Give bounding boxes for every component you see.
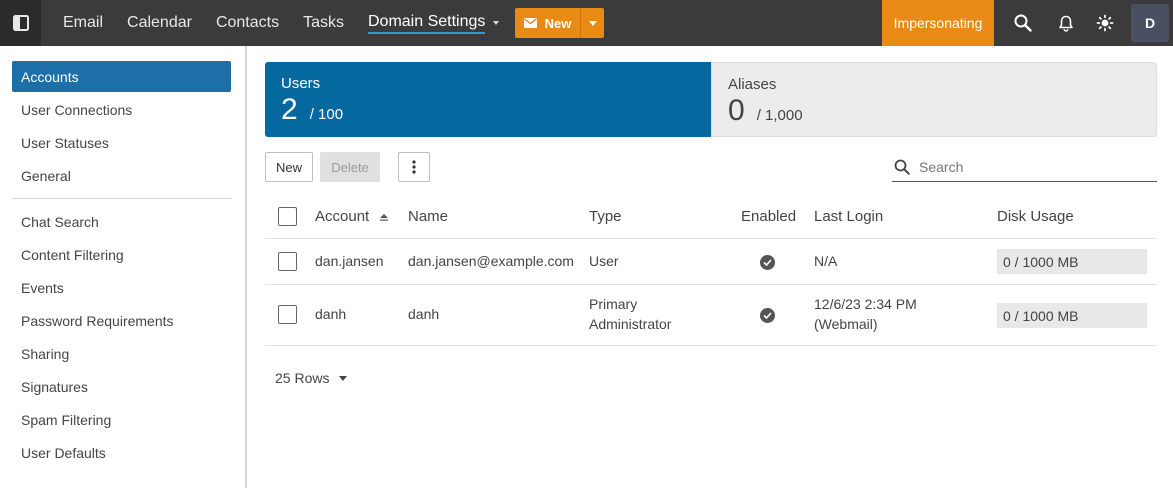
- nav-tasks[interactable]: Tasks: [291, 0, 356, 46]
- sidebar-item-sharing[interactable]: Sharing: [12, 338, 231, 369]
- select-all-checkbox[interactable]: [278, 207, 297, 226]
- sidebar-item-password-requirements[interactable]: Password Requirements: [12, 305, 231, 336]
- users-card-title: Users: [281, 75, 321, 92]
- cell-name: danh: [408, 306, 440, 322]
- users-limit: / 100: [309, 106, 344, 123]
- cell-last-login: N/A: [814, 253, 838, 269]
- sidebar-item-user-connections[interactable]: User Connections: [12, 94, 231, 125]
- sidebar-item-user-statuses[interactable]: User Statuses: [12, 127, 231, 158]
- chevron-down-icon: [339, 375, 348, 381]
- sidebar-item-events[interactable]: Events: [12, 272, 231, 303]
- users-stat-card[interactable]: Users 2 / 100: [265, 62, 711, 137]
- new-item-split-button: New: [515, 8, 604, 38]
- sidebar-item-spam-filtering[interactable]: Spam Filtering: [12, 404, 231, 435]
- aliases-card-title: Aliases: [728, 76, 777, 93]
- sort-ascending-icon: [380, 214, 389, 221]
- nav-email[interactable]: Email: [41, 0, 115, 46]
- row-divider: [265, 284, 1157, 285]
- cell-last-login: 12/6/23 2:34 PM: [814, 296, 917, 312]
- bell-icon: [1059, 15, 1073, 32]
- sidebar-item-general[interactable]: General: [12, 160, 231, 191]
- delete-button[interactable]: Delete: [320, 152, 380, 182]
- search-icon: [1014, 14, 1032, 32]
- column-header-account[interactable]: Account: [315, 208, 389, 225]
- more-actions-button[interactable]: [398, 152, 430, 182]
- new-item-dropdown-button[interactable]: [580, 8, 604, 38]
- cell-type: User: [589, 253, 619, 269]
- cell-last-login-client: (Webmail): [814, 316, 878, 332]
- row-divider: [265, 345, 1157, 346]
- nav-calendar[interactable]: Calendar: [115, 0, 204, 46]
- account-search: [892, 152, 1157, 182]
- cell-name: dan.jansen@example.com: [408, 253, 574, 269]
- search-button[interactable]: [1003, 0, 1043, 46]
- column-header-name[interactable]: Name: [408, 208, 448, 225]
- column-header-enabled[interactable]: Enabled: [741, 208, 796, 225]
- sun-icon: [1096, 14, 1114, 32]
- aliases-limit: / 1,000: [756, 107, 803, 124]
- rows-per-page-select[interactable]: 25 Rows: [275, 370, 348, 386]
- disk-usage-bar: 0 / 1000 MB: [997, 249, 1147, 274]
- sidebar-item-chat-search[interactable]: Chat Search: [12, 206, 231, 237]
- nav-domain-settings[interactable]: Domain Settings: [356, 0, 511, 46]
- cell-type-line2: Administrator: [589, 316, 672, 332]
- search-icon: [894, 159, 910, 175]
- sidebar-item-accounts[interactable]: Accounts: [12, 61, 231, 92]
- main-nav: Email Calendar Contacts Tasks Domain Set…: [41, 0, 511, 46]
- column-header-type[interactable]: Type: [589, 208, 622, 225]
- sidebar-toggle-button[interactable]: [0, 0, 41, 46]
- row-checkbox[interactable]: [278, 305, 297, 324]
- settings-sidebar: Accounts User Connections User Statuses …: [0, 46, 247, 488]
- column-header-last-login[interactable]: Last Login: [814, 208, 883, 225]
- impersonating-badge[interactable]: Impersonating: [882, 0, 994, 46]
- cell-type: Primary: [589, 296, 638, 312]
- cell-account: dan.jansen: [315, 253, 384, 269]
- chevron-down-icon: [493, 21, 500, 25]
- sidebar-divider: [12, 198, 231, 199]
- header-divider: [265, 238, 1157, 239]
- aliases-stat-card[interactable]: Aliases 0 / 1,000: [711, 62, 1157, 137]
- sidebar-item-content-filtering[interactable]: Content Filtering: [12, 239, 231, 270]
- sidebar-item-signatures[interactable]: Signatures: [12, 371, 231, 402]
- search-input[interactable]: [919, 158, 1149, 175]
- cell-account: danh: [315, 306, 347, 322]
- sidebar-item-user-defaults[interactable]: User Defaults: [12, 437, 231, 468]
- new-item-button[interactable]: New: [515, 8, 580, 38]
- disk-usage-bar: 0 / 1000 MB: [997, 303, 1147, 328]
- aliases-count: 0: [728, 94, 745, 127]
- theme-toggle-button[interactable]: [1085, 0, 1125, 46]
- column-header-disk-usage[interactable]: Disk Usage: [997, 208, 1074, 225]
- envelope-icon: [523, 18, 537, 28]
- top-bar: Email Calendar Contacts Tasks Domain Set…: [0, 0, 1173, 46]
- new-account-button[interactable]: New: [265, 152, 313, 182]
- notifications-button[interactable]: [1046, 0, 1086, 46]
- more-vertical-icon: [412, 160, 416, 174]
- panel-left-icon: [12, 15, 29, 31]
- enabled-check-icon: [760, 308, 775, 323]
- enabled-check-icon: [760, 255, 775, 270]
- chevron-down-icon: [588, 20, 597, 26]
- row-checkbox[interactable]: [278, 252, 297, 271]
- user-avatar[interactable]: D: [1131, 4, 1169, 42]
- users-count: 2: [281, 93, 298, 126]
- nav-contacts[interactable]: Contacts: [204, 0, 291, 46]
